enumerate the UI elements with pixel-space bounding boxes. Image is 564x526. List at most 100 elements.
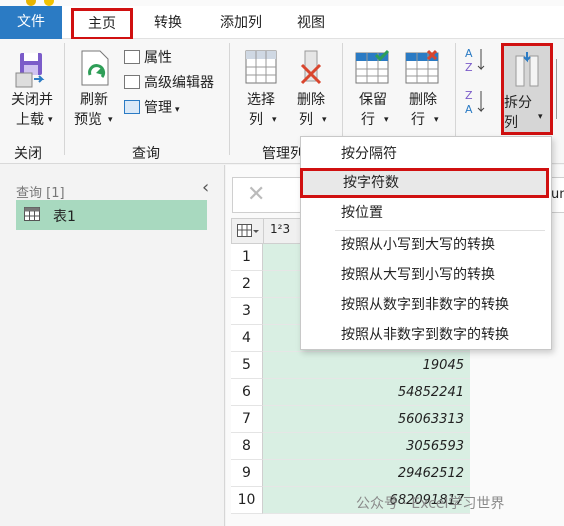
collapse-pane-icon[interactable]: ‹ (202, 177, 209, 198)
cell-value[interactable]: 3056593 (263, 433, 470, 460)
menu-item-lower-to-upper[interactable]: 按照从小写到大写的转换 (301, 230, 551, 260)
choose-columns-button[interactable]: 选择 列 ▾ (238, 49, 284, 129)
refresh-label-2: 预览 (74, 112, 102, 128)
group-close-label: 关闭 (14, 146, 42, 162)
query-name: 表1 (53, 209, 76, 225)
table-icon (24, 207, 40, 221)
properties-label: 属性 (144, 50, 172, 66)
chevron-down-icon: ▾ (272, 115, 277, 125)
choose-columns-icon (245, 50, 277, 84)
refresh-icon (81, 50, 109, 86)
next-ribbon-button-partial[interactable] (556, 59, 564, 119)
close-load-label-1: 关闭并 (11, 92, 53, 108)
menu-item-by-delimiter[interactable]: 按分隔符 (301, 139, 551, 169)
remove-columns-label-1: 删除 (297, 92, 325, 108)
svg-text:Z: Z (465, 89, 473, 102)
svg-text:Z: Z (465, 61, 473, 74)
advanced-editor-icon (124, 75, 140, 89)
row-number[interactable]: 8 (231, 433, 263, 460)
sort-ascending-icon: A Z (465, 47, 485, 74)
row-number[interactable]: 9 (231, 460, 263, 487)
table-row[interactable]: 8 3056593 (231, 433, 470, 460)
formula-text-partial: um (551, 187, 564, 202)
remove-columns-label-2: 列 (299, 112, 313, 128)
refresh-label-1: 刷新 (80, 92, 108, 108)
cell-value[interactable]: 19045 (263, 352, 470, 379)
query-item[interactable]: 表1 (16, 200, 207, 230)
chevron-down-icon: ▾ (108, 115, 113, 125)
advanced-editor-button[interactable]: 高级编辑器 (124, 73, 214, 93)
menu-item-digit-to-nondigit[interactable]: 按照从数字到非数字的转换 (301, 290, 551, 320)
chevron-down-icon: ▾ (322, 115, 327, 125)
remove-rows-button[interactable]: 删除 行 ▾ (400, 49, 446, 129)
ribbon-separator (229, 43, 230, 155)
close-load-label-2: 上载 (16, 112, 44, 128)
group-query-label: 查询 (132, 146, 160, 162)
keep-rows-icon (355, 49, 390, 84)
row-number[interactable]: 5 (231, 352, 263, 379)
keep-rows-label-1: 保留 (359, 92, 387, 108)
chevron-down-icon: ▾ (175, 105, 180, 115)
table-row[interactable]: 7 56063313 (231, 406, 470, 433)
advanced-editor-label: 高级编辑器 (144, 75, 214, 91)
choose-columns-label-2: 列 (249, 112, 263, 128)
cancel-formula-icon[interactable]: ✕ (247, 182, 265, 207)
tab-file[interactable]: 文件 (0, 6, 62, 39)
split-column-icon (515, 52, 539, 87)
table-row[interactable]: 6 54852241 (231, 379, 470, 406)
manage-label: 管理 (144, 100, 172, 116)
split-column-label-1: 拆分 (504, 95, 532, 111)
cell-value[interactable]: 56063313 (263, 406, 470, 433)
menu-item-nondigit-to-digit[interactable]: 按照从非数字到数字的转换 (301, 320, 551, 350)
remove-columns-button[interactable]: 删除 列 ▾ (288, 49, 334, 129)
tab-transform[interactable]: 转换 (142, 8, 194, 38)
remove-rows-icon (405, 49, 439, 84)
sort-descending-icon: Z A (465, 89, 485, 116)
close-load-icon (15, 53, 45, 88)
row-number[interactable]: 2 (231, 271, 263, 298)
chevron-down-icon: ▾ (384, 115, 389, 125)
tab-home[interactable]: 主页 (71, 8, 133, 40)
watermark: 公众号 · Excel学习世界 (356, 496, 505, 512)
close-and-load-button[interactable]: 关闭并 上载 ▾ (4, 49, 60, 129)
row-number[interactable]: 7 (231, 406, 263, 433)
remove-rows-label-2: 行 (411, 112, 425, 128)
tab-view[interactable]: 视图 (286, 8, 336, 38)
remove-rows-label-1: 删除 (409, 92, 437, 108)
properties-button[interactable]: 属性 (124, 48, 172, 68)
keep-rows-button[interactable]: 保留 行 ▾ (350, 49, 396, 129)
sort-descending-button[interactable]: Z A (464, 87, 486, 117)
cell-value[interactable]: 29462512 (263, 460, 470, 487)
row-number[interactable]: 3 (231, 298, 263, 325)
chevron-down-icon: ▾ (48, 115, 53, 125)
cell-value[interactable]: 54852241 (263, 379, 470, 406)
sort-ascending-button[interactable]: A Z (464, 45, 486, 75)
manage-button[interactable]: 管理 ▾ (124, 98, 180, 120)
tab-add-column[interactable]: 添加列 (208, 8, 274, 38)
split-column-menu: 按分隔符 按字符数 按位置 按照从小写到大写的转换 按照从大写到小写的转换 按照… (300, 136, 552, 350)
refresh-preview-button[interactable]: 刷新 预览 ▾ (70, 49, 118, 129)
menu-item-upper-to-lower[interactable]: 按照从大写到小写的转换 (301, 260, 551, 290)
queries-pane: 查询 [1] ‹ 表1 (0, 165, 225, 526)
chevron-down-icon: ▾ (434, 115, 439, 125)
group-manage-columns-label: 管理列 (262, 146, 304, 162)
properties-icon (124, 50, 140, 64)
row-number[interactable]: 10 (231, 487, 263, 514)
split-column-label-2: 列 (504, 115, 518, 131)
manage-table-icon (124, 100, 140, 114)
column-type-icon[interactable]: 1²3 (270, 222, 290, 236)
table-menu-button[interactable] (232, 219, 264, 243)
ribbon-tab-bar: 文件 主页 转换 添加列 视图 (0, 6, 564, 40)
svg-text:A: A (465, 103, 473, 116)
menu-item-by-number-of-characters[interactable]: 按字符数 (300, 168, 549, 198)
row-number[interactable]: 6 (231, 379, 263, 406)
row-number[interactable]: 1 (231, 244, 263, 271)
table-row[interactable]: 5 19045 (231, 352, 470, 379)
keep-rows-label-2: 行 (361, 112, 375, 128)
row-number[interactable]: 4 (231, 325, 263, 352)
remove-columns-icon (300, 50, 322, 85)
split-column-button[interactable]: 拆分 列 ▾ (501, 43, 553, 135)
table-row[interactable]: 9 29462512 (231, 460, 470, 487)
ribbon-separator (64, 43, 65, 155)
menu-item-by-positions[interactable]: 按位置 (301, 198, 551, 228)
